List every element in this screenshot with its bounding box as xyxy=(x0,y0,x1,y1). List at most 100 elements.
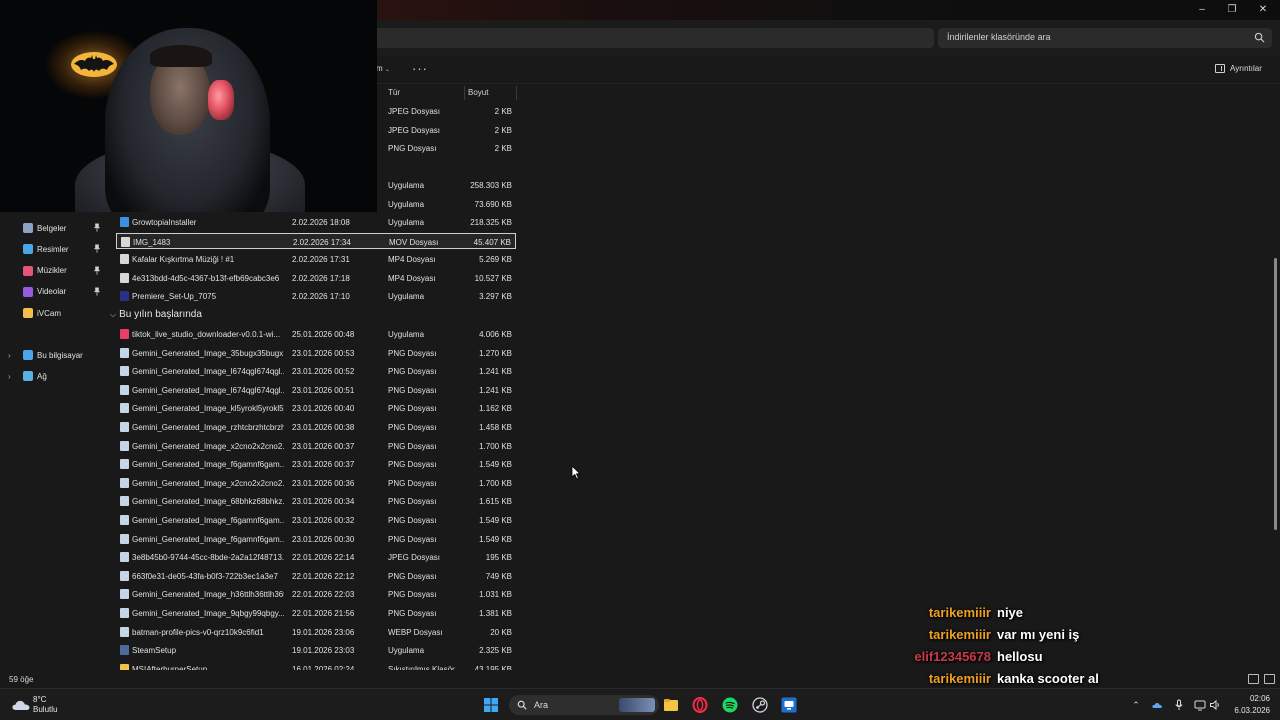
file-row[interactable]: IMG_1483 2.02.2026 17:34 MOV Dosyası 45.407… xyxy=(116,232,516,249)
view-menu-button[interactable]: m ⌄ xyxy=(376,64,390,73)
speaker-icon[interactable] xyxy=(1209,699,1221,711)
clock-date[interactable]: 6.03.2026 xyxy=(1228,706,1270,715)
search-icon xyxy=(517,700,527,710)
spotify-icon[interactable] xyxy=(722,697,738,713)
weather-description[interactable]: Bulutlu xyxy=(33,705,57,714)
file-type: PNG Dosyası xyxy=(388,516,437,525)
file-row[interactable]: Gemini_Generated_Image_x2cno2x2cno2... 23… xyxy=(116,475,516,491)
clock-time[interactable]: 02:06 xyxy=(1238,694,1270,703)
group-header[interactable]: ⌵ Bu yılın başlarında xyxy=(110,309,202,320)
file-row[interactable]: Gemini_Generated_Image_9qbgy99qbgy... 22.… xyxy=(116,605,516,621)
microphone-icon[interactable] xyxy=(1173,699,1185,711)
details-pane-button[interactable]: Ayrıntılar xyxy=(1215,64,1262,73)
file-explorer-icon[interactable] xyxy=(663,697,679,713)
file-type: PNG Dosyası xyxy=(388,571,437,581)
column-header-size[interactable]: Boyut xyxy=(468,84,488,102)
sidebar-item[interactable]: Resimler xyxy=(0,240,108,258)
weather-temperature[interactable]: 8°C xyxy=(33,695,46,704)
file-row[interactable]: MSIAfterburnerSetup 16.01.2026 02:24 Sıkış… xyxy=(116,661,516,670)
cloud-sync-icon[interactable] xyxy=(1151,699,1163,711)
file-row[interactable]: Kafalar Kışkırtma Müziği ! #1 2.02.2026 1… xyxy=(116,251,516,267)
chevron-right-icon[interactable]: › xyxy=(8,351,11,360)
minimize-button[interactable]: – xyxy=(1195,3,1209,17)
mouse-cursor-icon xyxy=(571,465,581,480)
image-icon xyxy=(120,422,129,432)
file-row[interactable]: tiktok_live_studio_downloader-v0.0.1-wi.… xyxy=(116,326,516,342)
sidebar-item[interactable]: Belgeler xyxy=(0,219,108,237)
chevron-up-icon[interactable]: ⌃ xyxy=(1130,699,1142,711)
network-icon[interactable] xyxy=(1194,699,1206,711)
tiles-view-icon[interactable] xyxy=(1264,674,1275,684)
file-date: 23.01.2026 00:40 xyxy=(292,404,355,414)
app-icon xyxy=(120,217,129,227)
file-type: Uygulama xyxy=(388,200,425,209)
taskbar-search-label: Ara xyxy=(534,700,549,710)
file-row[interactable]: Gemini_Generated_Image_l674qgl674qgl... 2… xyxy=(116,382,516,398)
file-size: 1.381 KB xyxy=(479,609,512,618)
file-row[interactable]: batman-profile-pics-v0-qrz10k9c6fid1 19.0… xyxy=(116,624,516,640)
file-type: Uygulama xyxy=(388,646,425,656)
file-type: PNG Dosyası xyxy=(388,478,437,488)
windows-start-icon[interactable] xyxy=(483,697,499,713)
chevron-right-icon[interactable]: › xyxy=(8,372,11,381)
file-size: 195 KB xyxy=(485,553,512,563)
file-row[interactable]: Gemini_Generated_Image_h36ttlh36ttlh36t 2… xyxy=(116,586,516,602)
file-row[interactable]: SteamSetup 19.01.2026 23:03 Uygulama 2.325 … xyxy=(116,642,516,658)
cloud-icon[interactable] xyxy=(11,697,31,711)
file-row[interactable]: Gemini_Generated_Image_x2cno2x2cno2... 23… xyxy=(116,438,516,454)
sidebar-tree-item[interactable]: › Bu bilgisayar xyxy=(0,346,108,364)
restore-button[interactable]: ❐ xyxy=(1225,3,1239,17)
pin-icon[interactable] xyxy=(94,287,100,296)
file-type: MP4 Dosyası xyxy=(388,273,436,283)
file-row[interactable]: 4e313bdd-4d5c-4367-b13f-efb69cabc3e6 2.02… xyxy=(116,270,516,286)
file-name: Gemini_Generated_Image_35bugx35bugx... xyxy=(132,348,284,358)
file-row[interactable]: GrowtopiaInstaller 2.02.2026 18:08 Uygulam… xyxy=(116,214,516,230)
file-row[interactable]: Gemini_Generated_Image_f6gamnf6gam... 23.… xyxy=(116,512,516,528)
close-button[interactable]: ✕ xyxy=(1256,3,1270,17)
file-row[interactable]: Gemini_Generated_Image_68bhkz68bhkz... 23… xyxy=(116,493,516,509)
image-icon xyxy=(120,515,129,525)
file-date: 2.02.2026 17:34 xyxy=(293,237,351,247)
file-row[interactable]: 3e8b45b0-9744-45cc-8bde-2a2a12f48713... 2… xyxy=(116,549,516,565)
file-row[interactable]: Gemini_Generated_Image_35bugx35bugx... 23… xyxy=(116,345,516,361)
file-row[interactable]: Gemini_Generated_Image_kl5yrokl5yrokl5y 2… xyxy=(116,400,516,416)
sidebar-item[interactable]: Videolar xyxy=(0,283,108,301)
search-icon[interactable] xyxy=(1254,32,1265,43)
chevron-down-icon: ⌄ xyxy=(384,67,390,73)
column-header-type[interactable]: Tür xyxy=(388,84,400,102)
sidebar-item-label: Videolar xyxy=(37,287,67,297)
taskbar-search[interactable]: Ara xyxy=(509,695,659,715)
sidebar-item[interactable]: Müzikler xyxy=(0,262,108,280)
more-options-button[interactable]: ··· xyxy=(412,61,428,76)
pin-icon[interactable] xyxy=(94,244,100,253)
details-view-icon[interactable] xyxy=(1248,674,1259,684)
image-icon xyxy=(120,626,129,637)
search-highlight-icon xyxy=(619,698,655,712)
file-row[interactable]: 663f0e31-de05-43fa-b0f3-722b3ec1a3e7 22.0… xyxy=(116,568,516,584)
file-type: PNG Dosyası xyxy=(388,404,437,414)
details-pane-label: Ayrıntılar xyxy=(1230,64,1262,73)
file-size: 749 KB xyxy=(485,571,512,581)
remote-desktop-icon[interactable] xyxy=(781,697,797,713)
file-date: 2.02.2026 17:18 xyxy=(292,273,350,283)
chat-text: var mı yeni iş xyxy=(997,627,1080,642)
sidebar-tree-item[interactable]: › Ağ xyxy=(0,367,108,385)
file-row[interactable]: Premiere_Set-Up_7075 2.02.2026 17:10 Uygul… xyxy=(116,288,516,304)
file-icon xyxy=(120,254,129,265)
address-bar[interactable] xyxy=(376,28,934,48)
file-row[interactable]: Gemini_Generated_Image_rzhtcbrzhtcbrzht 2… xyxy=(116,419,516,435)
search-box[interactable]: İndirilenler klasöründe ara xyxy=(938,28,1272,48)
steam-icon[interactable] xyxy=(752,697,768,713)
file-size: 1.549 KB xyxy=(479,534,512,544)
file-row[interactable]: Gemini_Generated_Image_f6gamnf6gam... 23.… xyxy=(116,456,516,472)
pin-icon[interactable] xyxy=(94,266,100,275)
file-row[interactable]: Gemini_Generated_Image_f6gamnf6gam... 23.… xyxy=(116,531,516,547)
sidebar-item[interactable]: iVCam xyxy=(0,304,108,322)
file-name: Gemini_Generated_Image_9qbgy99qbgy... xyxy=(132,609,284,618)
file-row[interactable]: Gemini_Generated_Image_l674qgl674qgl... 2… xyxy=(116,363,516,379)
scrollbar-thumb[interactable] xyxy=(1274,258,1277,530)
pin-icon[interactable] xyxy=(94,223,100,232)
opera-gx-icon[interactable] xyxy=(692,697,708,713)
steam-icon xyxy=(120,645,129,656)
webcam-overlay xyxy=(0,0,377,212)
